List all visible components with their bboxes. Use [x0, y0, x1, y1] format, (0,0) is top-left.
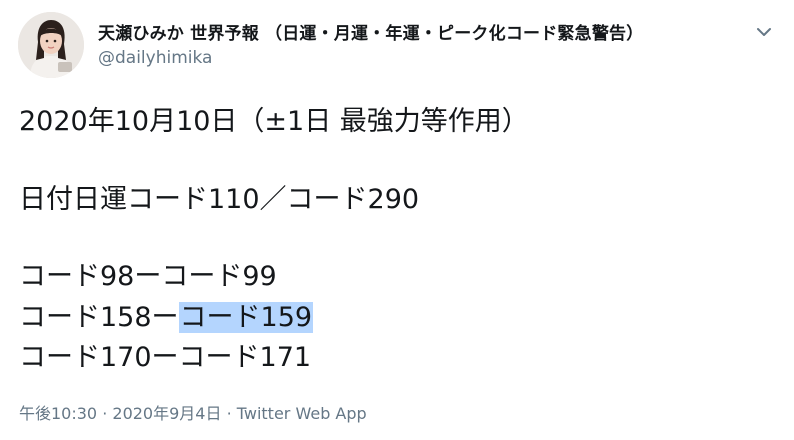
- chevron-down-icon: [757, 28, 771, 36]
- selected-text-highlight: コード159: [178, 302, 314, 333]
- avatar[interactable]: [18, 12, 84, 78]
- tweet-timestamp-date[interactable]: 2020年9月4日: [112, 404, 221, 423]
- tweet-text-line: コード158ーコード159: [19, 300, 314, 336]
- tweet-text-line: コード170ーコード171: [19, 342, 312, 373]
- author-handle[interactable]: @dailyhimika: [98, 48, 212, 68]
- tweet-timestamp-time[interactable]: 午後10:30: [19, 404, 97, 423]
- more-options-button[interactable]: [750, 18, 778, 46]
- tweet-text-line: 日付日運コード110／コード290: [19, 184, 420, 215]
- profile-photo-avatar-icon: [18, 12, 84, 78]
- separator: ·: [97, 404, 113, 423]
- tweet-text-segment: コード158ー: [19, 302, 179, 333]
- separator: ·: [221, 404, 237, 423]
- author-display-name[interactable]: 天瀬ひみか 世界予報 （日運・月運・年運・ピーク化コード緊急警告）: [98, 19, 643, 44]
- tweet-text-line: 2020年10月10日（±1日 最強力等作用）: [19, 106, 529, 137]
- tweet-card: 天瀬ひみか 世界予報 （日運・月運・年運・ピーク化コード緊急警告） @daily…: [0, 0, 794, 440]
- tweet-text-line: コード98ーコード99: [19, 261, 277, 292]
- tweet-source-link[interactable]: Twitter Web App: [237, 404, 367, 423]
- tweet-metadata: 午後10:30 · 2020年9月4日 · Twitter Web App: [19, 400, 367, 424]
